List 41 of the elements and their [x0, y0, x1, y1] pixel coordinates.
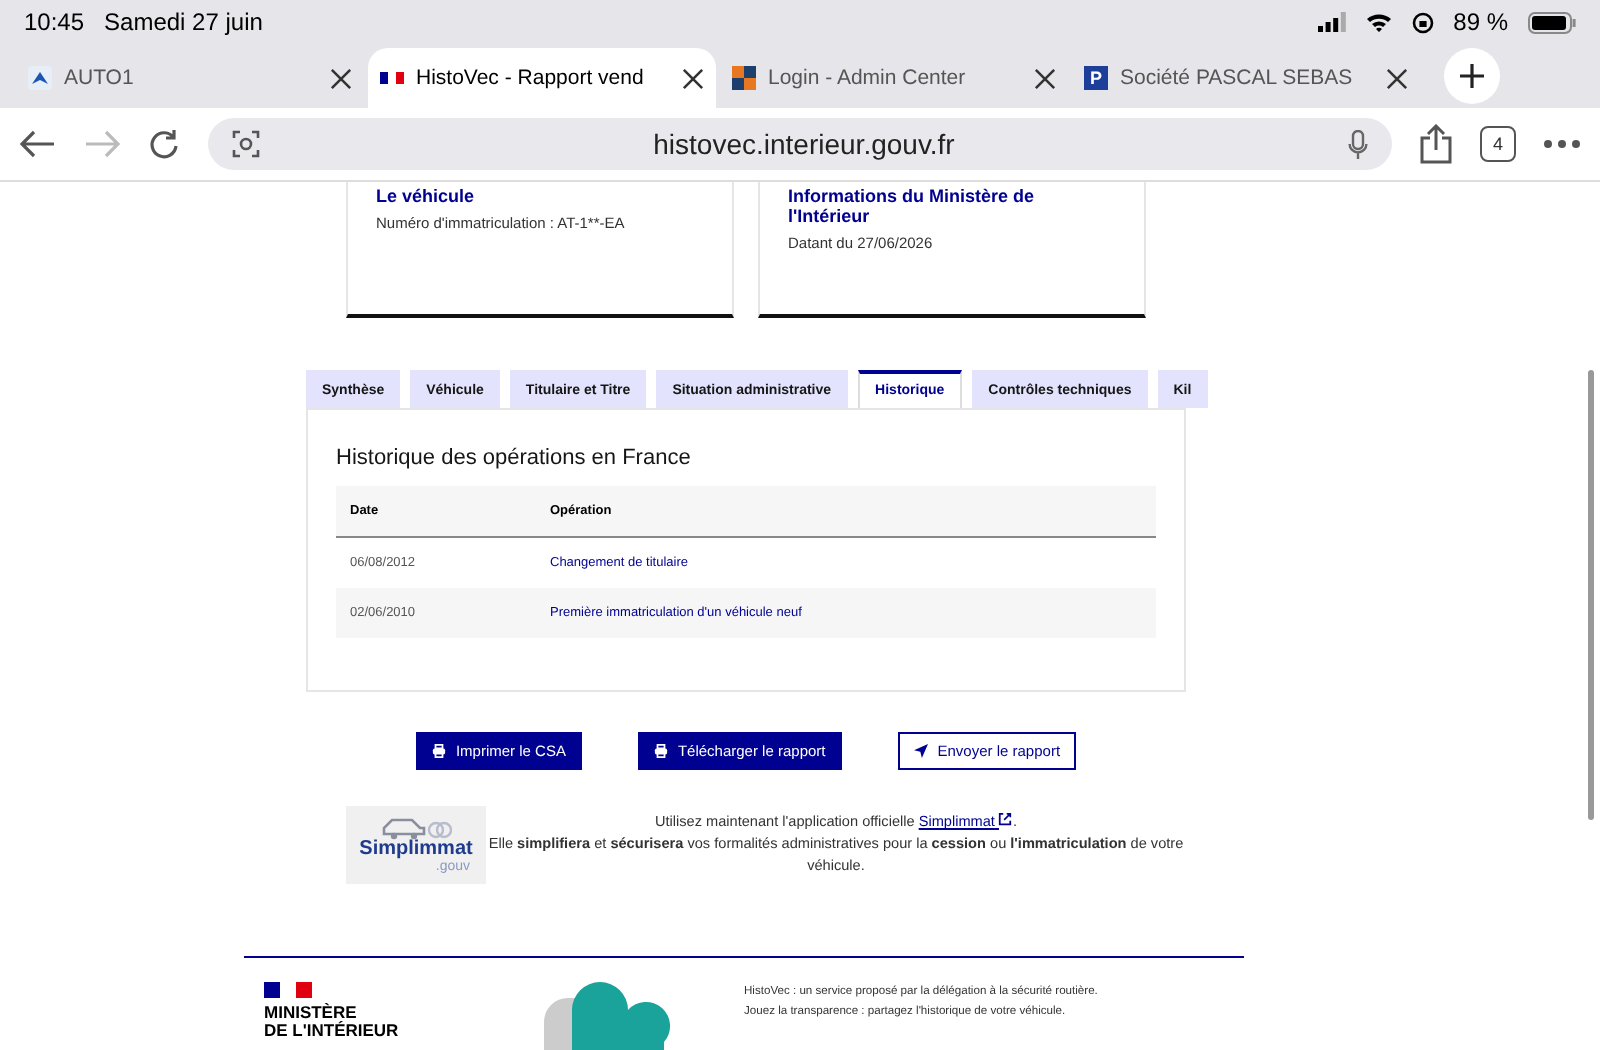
orientation-lock-icon — [1411, 11, 1434, 33]
close-icon[interactable] — [682, 67, 704, 89]
battery-icon — [1528, 11, 1576, 33]
browser-tab[interactable]: P Société PASCAL SEBAS — [1072, 48, 1420, 108]
share-icon[interactable] — [1420, 124, 1452, 164]
microphone-icon[interactable] — [1348, 129, 1368, 159]
tab-count-button[interactable]: 4 — [1480, 126, 1516, 162]
ministry-name: DE L'INTÉRIEUR — [264, 1021, 401, 1040]
print-icon — [653, 744, 668, 758]
section-title: Historique des opérations en France — [336, 446, 693, 470]
browser-tab[interactable]: Login - Admin Center — [720, 48, 1068, 108]
external-link-icon — [998, 812, 1013, 827]
grid-logo-icon — [732, 66, 756, 90]
send-icon — [913, 744, 928, 758]
close-icon[interactable] — [330, 67, 352, 89]
browser-tab[interactable]: HistoVec - Rapport vend — [368, 48, 716, 108]
status-time: 10:45 — [24, 8, 85, 36]
ministry-name: MINISTÈRE — [264, 1004, 357, 1022]
browser-tab[interactable]: AUTO1 — [16, 48, 364, 108]
arrow-logo-icon — [28, 66, 52, 90]
capture-icon — [232, 130, 260, 158]
more-icon[interactable] — [1544, 140, 1580, 148]
card-title: Le véhicule — [376, 186, 477, 206]
close-icon[interactable] — [1386, 67, 1408, 89]
flag-icon — [380, 66, 404, 90]
scrollbar[interactable] — [1588, 370, 1594, 820]
close-icon[interactable] — [1034, 67, 1056, 89]
new-tab-button[interactable] — [1444, 48, 1500, 104]
plus-icon — [1460, 64, 1484, 88]
wifi-icon — [1365, 12, 1392, 32]
back-icon[interactable] — [20, 130, 56, 158]
signal-icon — [1317, 12, 1346, 32]
car-icon — [380, 816, 452, 840]
letter-logo-icon: P — [1084, 66, 1108, 90]
status-date: Samedi 27 juin — [104, 8, 263, 36]
card-title: Informations du Ministère de l'Intérieur — [788, 186, 1037, 226]
battery-percentage: 89 % — [1453, 8, 1508, 36]
reload-icon[interactable] — [148, 128, 180, 160]
address-bar[interactable]: histovec.interieur.gouv.fr — [208, 118, 1392, 170]
print-icon — [431, 744, 446, 758]
flag-icon — [264, 982, 312, 998]
